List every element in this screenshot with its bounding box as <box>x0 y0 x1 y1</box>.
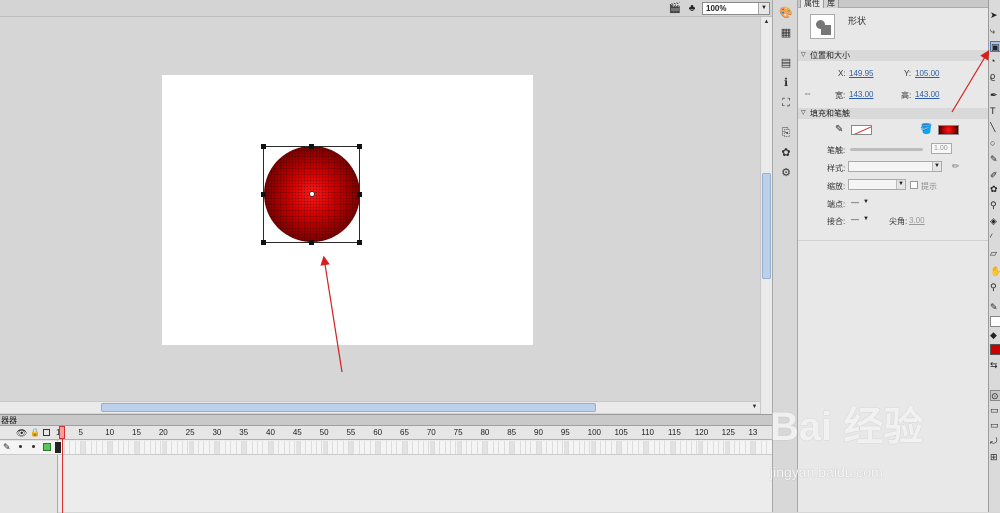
watermark-url: jingyan.baidu.com <box>770 464 883 480</box>
watermark: Bai 经验 jingyan.baidu.com <box>770 404 1000 512</box>
annotation-arrow-shape <box>320 255 343 373</box>
watermark-logo: Bai 经验 <box>770 405 924 449</box>
annotation-arrow-tool <box>951 49 990 113</box>
